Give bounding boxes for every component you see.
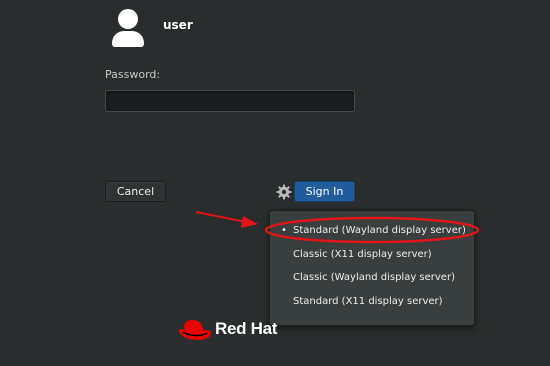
selected-bullet: • [281, 225, 287, 236]
session-option-standard-wayland[interactable]: • Standard (Wayland display server) [281, 225, 466, 236]
avatar-icon [112, 9, 144, 47]
pointer-arrow [195, 211, 258, 228]
sign-in-button[interactable]: Sign In [294, 181, 355, 202]
gear-icon[interactable] [276, 184, 292, 200]
password-input[interactable] [105, 90, 355, 112]
avatar-head [118, 9, 138, 29]
red-hat-wordmark: Red Hat [215, 319, 278, 338]
password-label: Password: [105, 68, 161, 81]
session-option-label: Classic (X11 display server) [293, 249, 432, 260]
session-option-label: Standard (X11 display server) [293, 296, 443, 307]
session-option-classic-x11[interactable]: Classic (X11 display server) [293, 249, 432, 260]
cancel-button[interactable]: Cancel [105, 181, 166, 202]
session-option-label: Classic (Wayland display server) [293, 272, 455, 283]
session-option-standard-x11[interactable]: Standard (X11 display server) [293, 296, 443, 307]
session-option-label: Standard (Wayland display server) [293, 225, 466, 236]
session-option-classic-wayland[interactable]: Classic (Wayland display server) [293, 272, 455, 283]
session-menu: • Standard (Wayland display server) Clas… [269, 210, 475, 326]
avatar-body [112, 31, 144, 47]
username-label: user [163, 18, 193, 32]
red-hat-logo [177, 318, 213, 344]
